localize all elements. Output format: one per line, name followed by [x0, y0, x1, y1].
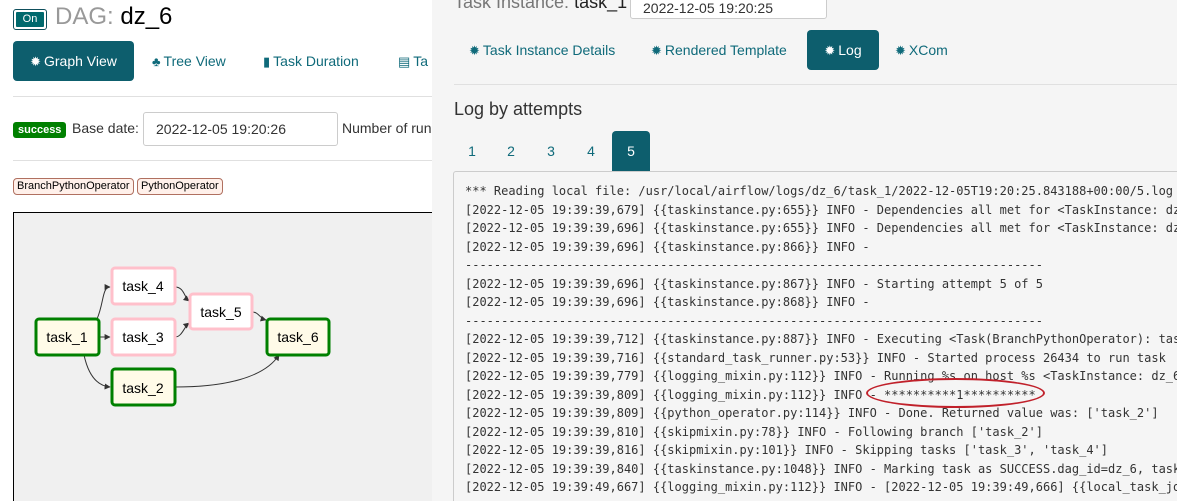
log-line: [2022-12-05 19:39:39,712] {{taskinstance… [465, 332, 1177, 346]
log-line: [2022-12-05 19:39:49,667] {{logging_mixi… [465, 480, 1177, 494]
asterisk-icon: ✹ [824, 43, 836, 58]
asterisk-icon: ✹ [469, 43, 480, 58]
edge-task1-task2 [83, 354, 111, 390]
divider [13, 96, 432, 97]
tab-label: Log [838, 42, 862, 58]
dag-title: DAG: dz_6 [55, 3, 172, 31]
edge-task2-task6 [174, 354, 280, 388]
file-icon: ▤ [398, 54, 411, 69]
edge-task1-task4 [96, 284, 111, 320]
node-label: task_2 [122, 380, 163, 396]
edge-task5-task6 [251, 311, 267, 322]
dag-title-prefix: DAG: [55, 3, 114, 30]
node-task_1[interactable]: task_1 [34, 317, 101, 357]
dag-id: dz_6 [120, 3, 173, 30]
divider [13, 160, 432, 161]
attempt-tab-4[interactable]: 4 [572, 131, 610, 171]
task-tries-link[interactable]: ▤ Ta [398, 41, 428, 81]
tab-label: XCom [908, 42, 948, 58]
tree-icon: ♣ [152, 54, 161, 69]
graph-view-button[interactable]: ✹ Graph View [13, 41, 134, 81]
node-task_6[interactable]: task_6 [265, 317, 331, 357]
edge-task4-task5 [174, 286, 190, 302]
divider [454, 84, 1177, 85]
node-task_3[interactable]: task_3 [110, 317, 177, 357]
attempt-tab-1[interactable]: 1 [453, 131, 491, 171]
log-line: [2022-12-05 19:39:39,716] {{standard_tas… [465, 350, 1166, 365]
tab-rendered-template[interactable]: ✹ Rendered Template [651, 30, 787, 70]
annotation-circle [866, 378, 1045, 408]
asterisk-icon: ✹ [895, 43, 906, 58]
tab-log[interactable]: ✹ Log [807, 30, 879, 70]
base-date-input[interactable]: 2022-12-05 19:20:26 [143, 112, 338, 146]
log-line: [2022-12-05 19:39:39,696] {{taskinstance… [465, 295, 870, 309]
asterisk-icon: ✹ [30, 54, 41, 69]
node-task_5[interactable]: task_5 [188, 292, 254, 331]
log-line: [2022-12-05 19:39:39,840] {{taskinstance… [465, 461, 1177, 476]
log-line: [2022-12-05 19:39:39,816] {{skipmixin.py… [465, 443, 1108, 457]
operator-legend-python: PythonOperator [137, 178, 223, 195]
log-line: [2022-12-05 19:39:39,696] {{taskinstance… [465, 239, 870, 254]
attempt-tab-5[interactable]: 5 [612, 131, 650, 171]
dag-graph[interactable]: task_1 task_4 task_3 task_2 task_5 task_… [13, 212, 432, 501]
task-instance-modal: Task Instance: task_1 2022-12-05 19:20:2… [432, 0, 1177, 501]
task-tries-label: Ta [413, 53, 429, 69]
tree-view-link[interactable]: ♣ Tree View [152, 41, 226, 81]
tree-view-label: Tree View [163, 53, 226, 69]
bar-chart-icon: ▮ [263, 54, 271, 69]
operator-legend-branch: BranchPythonOperator [13, 178, 134, 195]
task-duration-label: Task Duration [273, 53, 359, 69]
task-duration-link[interactable]: ▮ Task Duration [263, 41, 359, 81]
log-line: [2022-12-05 19:39:39,809] {{logging_mixi… [465, 387, 1036, 402]
task-instance-heading: Task Instance: task_1 [454, 0, 627, 13]
node-label: task_1 [46, 329, 87, 345]
execution-date-field[interactable]: 2022-12-05 19:20:25 [630, 0, 827, 19]
tab-xcom[interactable]: ✹ XCom [895, 30, 948, 70]
log-line: ----------------------------------------… [465, 313, 1043, 328]
graph-view-label: Graph View [44, 53, 117, 69]
base-date-label: Base date: [72, 120, 139, 136]
asterisk-icon: ✹ [651, 43, 662, 58]
attempt-tab-2[interactable]: 2 [492, 131, 530, 171]
attempt-tab-3[interactable]: 3 [532, 131, 570, 171]
node-label: task_6 [277, 329, 318, 345]
number-of-runs-label: Number of run [342, 120, 432, 136]
log-line: [2022-12-05 19:39:39,696] {{taskinstance… [465, 221, 1177, 235]
log-line: *** Reading local file: /usr/local/airfl… [465, 184, 1174, 198]
node-label: task_5 [200, 304, 241, 320]
log-line: [2022-12-05 19:39:39,779] {{logging_mixi… [465, 369, 1177, 383]
dag-on-toggle[interactable]: On [13, 9, 47, 30]
dag-panel: On DAG: dz_6 ✹ Graph View ♣ Tree View ▮ Tas… [0, 0, 432, 501]
dag-graph-svg: task_1 task_4 task_3 task_2 task_5 task_… [34, 266, 331, 407]
log-line: [2022-12-05 19:39:39,810] {{skipmixin.py… [465, 424, 1043, 439]
tab-task-instance-details[interactable]: ✹ Task Instance Details [469, 30, 615, 70]
log-line: [2022-12-05 19:39:39,696] {{taskinstance… [465, 276, 1043, 291]
log-line: [2022-12-05 19:39:39,679] {{taskinstance… [465, 202, 1177, 217]
task-instance-label: Task Instance: [454, 0, 570, 12]
tab-label: Rendered Template [664, 42, 787, 58]
toggle-label: On [16, 12, 44, 27]
node-label: task_3 [122, 329, 163, 345]
edge-task3-task5 [174, 322, 190, 338]
task-instance-id: task_1 [574, 0, 628, 12]
log-line: ----------------------------------------… [465, 258, 1043, 272]
node-task_2[interactable]: task_2 [110, 367, 177, 407]
status-badge: success [13, 122, 67, 138]
log-line: [2022-12-05 19:39:39,809] {{python_opera… [465, 406, 1159, 420]
node-task_4[interactable]: task_4 [110, 266, 177, 306]
node-label: task_4 [122, 278, 163, 294]
tab-label: Task Instance Details [482, 42, 616, 58]
log-heading: Log by attempts [454, 99, 583, 119]
log-output[interactable]: *** Reading local file: /usr/local/airfl… [453, 171, 1177, 501]
